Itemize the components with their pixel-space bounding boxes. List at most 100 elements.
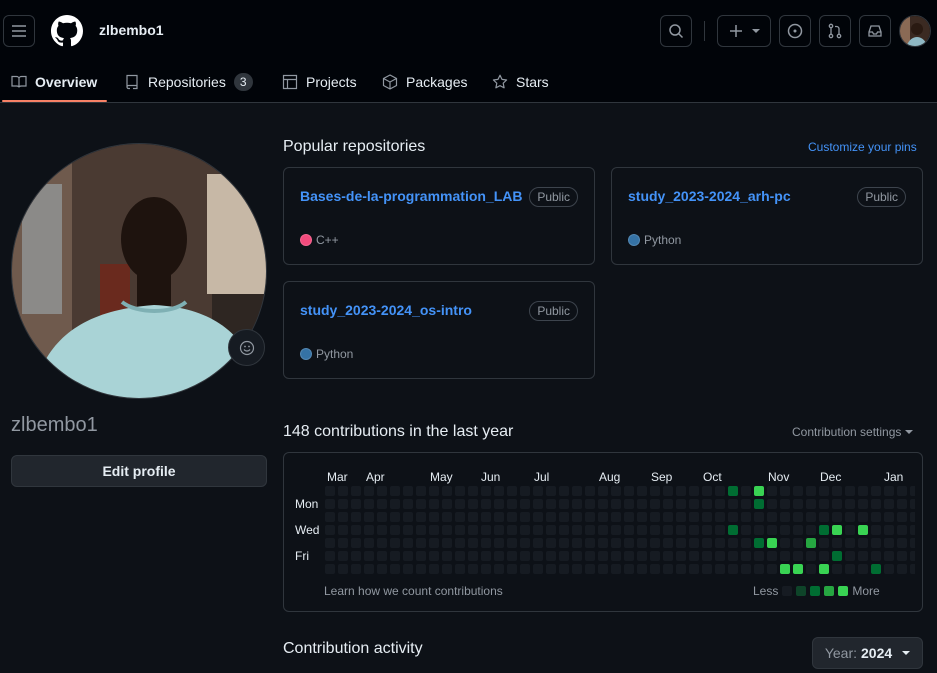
contribution-day-cell[interactable]	[364, 538, 374, 548]
contribution-day-cell[interactable]	[884, 538, 894, 548]
contribution-day-cell[interactable]	[585, 538, 595, 548]
contribution-day-cell[interactable]	[377, 564, 387, 574]
contribution-day-cell[interactable]	[416, 486, 426, 496]
contribution-day-cell[interactable]	[832, 525, 842, 535]
contribution-day-cell[interactable]	[546, 551, 556, 561]
contribution-day-cell[interactable]	[572, 512, 582, 522]
contribution-day-cell[interactable]	[585, 525, 595, 535]
contribution-day-cell[interactable]	[585, 551, 595, 561]
contribution-day-cell[interactable]	[559, 486, 569, 496]
contribution-day-cell[interactable]	[689, 564, 699, 574]
contribution-day-cell[interactable]	[663, 564, 673, 574]
contribution-day-cell[interactable]	[806, 499, 816, 509]
contribution-day-cell[interactable]	[494, 486, 504, 496]
contribution-day-cell[interactable]	[455, 564, 465, 574]
contribution-day-cell[interactable]	[546, 512, 556, 522]
contribution-day-cell[interactable]	[351, 499, 361, 509]
contribution-day-cell[interactable]	[689, 512, 699, 522]
contribution-day-cell[interactable]	[845, 499, 855, 509]
contribution-day-cell[interactable]	[871, 551, 881, 561]
contribution-day-cell[interactable]	[845, 486, 855, 496]
contribution-day-cell[interactable]	[767, 538, 777, 548]
contribution-day-cell[interactable]	[533, 525, 543, 535]
contribution-day-cell[interactable]	[819, 564, 829, 574]
issues-icon[interactable]	[779, 15, 811, 47]
contribution-day-cell[interactable]	[793, 551, 803, 561]
contribution-day-cell[interactable]	[520, 551, 530, 561]
contribution-day-cell[interactable]	[624, 499, 634, 509]
contribution-day-cell[interactable]	[494, 499, 504, 509]
contribution-day-cell[interactable]	[429, 564, 439, 574]
contribution-day-cell[interactable]	[858, 512, 868, 522]
contribution-day-cell[interactable]	[338, 525, 348, 535]
contribution-day-cell[interactable]	[338, 486, 348, 496]
contribution-day-cell[interactable]	[585, 564, 595, 574]
contribution-day-cell[interactable]	[455, 486, 465, 496]
contribution-day-cell[interactable]	[403, 551, 413, 561]
contribution-day-cell[interactable]	[507, 486, 517, 496]
contribution-day-cell[interactable]	[572, 564, 582, 574]
contribution-day-cell[interactable]	[806, 486, 816, 496]
contribution-day-cell[interactable]	[767, 486, 777, 496]
contribution-day-cell[interactable]	[767, 551, 777, 561]
contribution-day-cell[interactable]	[715, 551, 725, 561]
contribution-day-cell[interactable]	[338, 512, 348, 522]
contribution-day-cell[interactable]	[806, 551, 816, 561]
contribution-day-cell[interactable]	[741, 499, 751, 509]
contribution-day-cell[interactable]	[819, 499, 829, 509]
repo-link[interactable]: Bases-de-la-programmation_LAB	[300, 188, 523, 204]
contribution-day-cell[interactable]	[533, 538, 543, 548]
contribution-day-cell[interactable]	[780, 564, 790, 574]
contribution-day-cell[interactable]	[871, 538, 881, 548]
contribution-day-cell[interactable]	[572, 525, 582, 535]
learn-contributions-link[interactable]: Learn how we count contributions	[324, 584, 503, 598]
contribution-day-cell[interactable]	[520, 499, 530, 509]
contribution-day-cell[interactable]	[338, 538, 348, 548]
contribution-day-cell[interactable]	[624, 525, 634, 535]
contribution-day-cell[interactable]	[572, 538, 582, 548]
contribution-day-cell[interactable]	[715, 525, 725, 535]
contribution-day-cell[interactable]	[624, 538, 634, 548]
contribution-day-cell[interactable]	[325, 486, 335, 496]
contribution-day-cell[interactable]	[533, 512, 543, 522]
user-avatar[interactable]	[899, 15, 931, 47]
contribution-day-cell[interactable]	[715, 512, 725, 522]
contribution-day-cell[interactable]	[364, 564, 374, 574]
hamburger-icon[interactable]	[3, 15, 35, 47]
contribution-day-cell[interactable]	[325, 499, 335, 509]
contribution-day-cell[interactable]	[728, 538, 738, 548]
contribution-day-cell[interactable]	[611, 499, 621, 509]
contribution-day-cell[interactable]	[702, 538, 712, 548]
tab-projects[interactable]: Projects	[282, 62, 357, 102]
contribution-day-cell[interactable]	[858, 551, 868, 561]
year-select-button[interactable]: Year: 2024	[812, 637, 923, 669]
contribution-day-cell[interactable]	[884, 499, 894, 509]
contribution-day-cell[interactable]	[650, 538, 660, 548]
contribution-day-cell[interactable]	[377, 499, 387, 509]
contribution-day-cell[interactable]	[377, 512, 387, 522]
contribution-day-cell[interactable]	[793, 512, 803, 522]
contribution-day-cell[interactable]	[390, 499, 400, 509]
contribution-day-cell[interactable]	[390, 551, 400, 561]
contribution-day-cell[interactable]	[650, 525, 660, 535]
contribution-day-cell[interactable]	[728, 564, 738, 574]
contribution-day-cell[interactable]	[793, 538, 803, 548]
contribution-day-cell[interactable]	[767, 525, 777, 535]
contribution-day-cell[interactable]	[832, 551, 842, 561]
contribution-day-cell[interactable]	[819, 525, 829, 535]
contribution-day-cell[interactable]	[689, 538, 699, 548]
contribution-day-cell[interactable]	[533, 551, 543, 561]
contribution-day-cell[interactable]	[429, 538, 439, 548]
contribution-day-cell[interactable]	[663, 551, 673, 561]
contribution-day-cell[interactable]	[780, 538, 790, 548]
contribution-day-cell[interactable]	[533, 564, 543, 574]
contribution-day-cell[interactable]	[845, 512, 855, 522]
contribution-day-cell[interactable]	[832, 538, 842, 548]
contribution-day-cell[interactable]	[702, 512, 712, 522]
contribution-day-cell[interactable]	[455, 499, 465, 509]
contribution-day-cell[interactable]	[806, 564, 816, 574]
contribution-day-cell[interactable]	[702, 551, 712, 561]
contribution-day-cell[interactable]	[598, 564, 608, 574]
contribution-day-cell[interactable]	[325, 525, 335, 535]
contribution-day-cell[interactable]	[377, 486, 387, 496]
